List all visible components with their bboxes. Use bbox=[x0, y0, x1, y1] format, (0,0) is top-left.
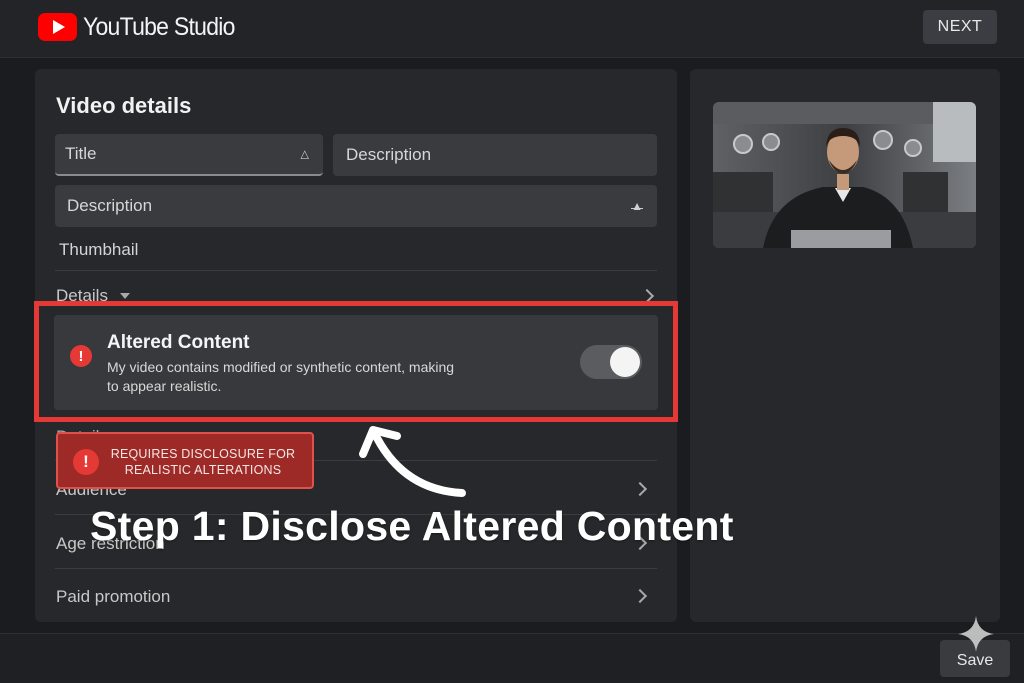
top-bar: YouTube Studio NEXT bbox=[0, 0, 1024, 58]
chevron-right-icon[interactable] bbox=[632, 481, 648, 497]
divider bbox=[55, 270, 657, 271]
app-name: YouTube Studio bbox=[83, 12, 235, 41]
altered-content-description: My video contains modified or synthetic … bbox=[107, 359, 455, 394]
paid-promotion-row[interactable]: Paid promotion bbox=[56, 587, 170, 607]
altered-content-card: ! Altered Content My video contains modi… bbox=[54, 315, 658, 410]
disclosure-badge: ! REQUIRES DISCLOSURE FOR REALISTIC ALTE… bbox=[56, 432, 314, 489]
page-title: Video details bbox=[56, 93, 192, 118]
curved-arrow-icon bbox=[359, 426, 466, 497]
thumbnail-label: Thumbhail bbox=[59, 240, 139, 259]
disclosure-badge-text: REQUIRES DISCLOSURE FOR REALISTIC ALTERA… bbox=[110, 447, 296, 477]
title-field-placeholder: Title bbox=[65, 144, 97, 163]
youtube-play-icon bbox=[38, 13, 77, 41]
title-field[interactable]: Title △ bbox=[55, 134, 323, 176]
description-field[interactable]: Description ▲ bbox=[55, 185, 657, 227]
exclamation-circle-icon: ! bbox=[73, 449, 99, 475]
caret-down-icon bbox=[120, 293, 130, 299]
collapse-triangle-icon[interactable]: ▲ bbox=[631, 199, 644, 213]
divider bbox=[55, 568, 657, 569]
sparkle-icon bbox=[958, 616, 994, 652]
toggle-knob bbox=[610, 347, 640, 377]
exclamation-circle-icon: ! bbox=[70, 345, 92, 367]
altered-content-title: Altered Content bbox=[107, 332, 250, 353]
altered-content-toggle[interactable] bbox=[580, 345, 642, 379]
video-thumbnail[interactable] bbox=[713, 102, 976, 248]
description-field-short[interactable]: Description bbox=[333, 134, 657, 176]
description-field-placeholder: Description bbox=[67, 196, 153, 215]
chevron-right-icon[interactable] bbox=[632, 588, 648, 604]
bottom-bar bbox=[0, 633, 1024, 683]
next-button[interactable]: NEXT bbox=[923, 10, 997, 44]
description-field-short-placeholder: Description bbox=[346, 145, 432, 164]
youtube-studio-logo[interactable]: YouTube Studio bbox=[38, 12, 248, 42]
step-caption: Step 1: Disclose Altered Content bbox=[90, 503, 734, 549]
collapse-triangle-icon[interactable]: △ bbox=[301, 148, 309, 161]
